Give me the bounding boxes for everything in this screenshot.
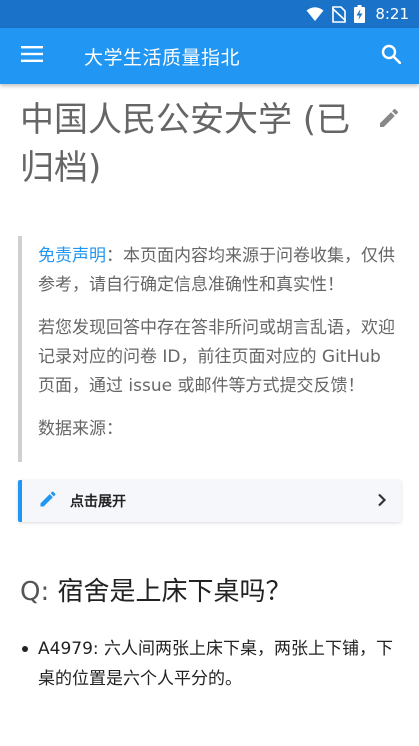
details-label: 点击展开 bbox=[70, 494, 126, 510]
disclaimer-block: 免责声明：本页面内容均来源于问卷收集，仅供参考，请自行确定信息准确性和真实性！ … bbox=[18, 236, 401, 462]
app-title[interactable]: 大学生活质量指北 bbox=[84, 43, 363, 70]
pencil-icon bbox=[380, 108, 398, 127]
question-heading: Q: 宿舍是上床下桌吗？ bbox=[20, 574, 399, 610]
question-text: 宿舍是上床下桌吗？ bbox=[57, 577, 292, 607]
page-title: 中国人民公安大学 (已归档) bbox=[20, 100, 351, 188]
menu-icon bbox=[21, 46, 43, 66]
disclaimer-paragraph: 免责声明：本页面内容均来源于问卷收集，仅供参考，请自行确定信息准确性和真实性！ bbox=[38, 242, 401, 300]
status-time: 8:21 bbox=[375, 5, 409, 23]
question-prefix: Q: bbox=[20, 577, 50, 607]
no-sim-icon bbox=[332, 5, 347, 23]
answer-list: A4979: 六人间两张上床下桌，两张上下铺，下桌的位置是六个人平分的。 bbox=[22, 634, 399, 694]
page-header: 中国人民公安大学 (已归档) bbox=[0, 84, 419, 192]
edit-page-button[interactable] bbox=[377, 106, 401, 134]
list-item: A4979: 六人间两张上床下桌，两张上下铺，下桌的位置是六个人平分的。 bbox=[22, 634, 399, 694]
data-source-label: 数据来源： bbox=[38, 419, 123, 439]
menu-button[interactable] bbox=[0, 28, 64, 84]
wifi-icon bbox=[306, 6, 324, 22]
main-content: 中国人民公安大学 (已归档) 免责声明：本页面内容均来源于问卷收集，仅供参考，请… bbox=[0, 84, 419, 746]
search-button[interactable] bbox=[363, 28, 419, 84]
chevron-right-icon bbox=[377, 492, 387, 511]
feedback-text: 若您发现回答中存在答非所问或胡言乱语，欢迎记录对应的问卷 ID，前往页面对应的 … bbox=[38, 318, 395, 396]
expand-details[interactable]: 点击展开 bbox=[18, 480, 401, 522]
disclaimer-label: 免责声明 bbox=[38, 246, 106, 266]
app-bar: 大学生活质量指北 bbox=[0, 28, 419, 84]
battery-charging-icon bbox=[354, 5, 366, 23]
pencil-icon bbox=[38, 489, 58, 513]
status-bar: 8:21 bbox=[0, 0, 419, 28]
search-icon bbox=[381, 44, 402, 68]
